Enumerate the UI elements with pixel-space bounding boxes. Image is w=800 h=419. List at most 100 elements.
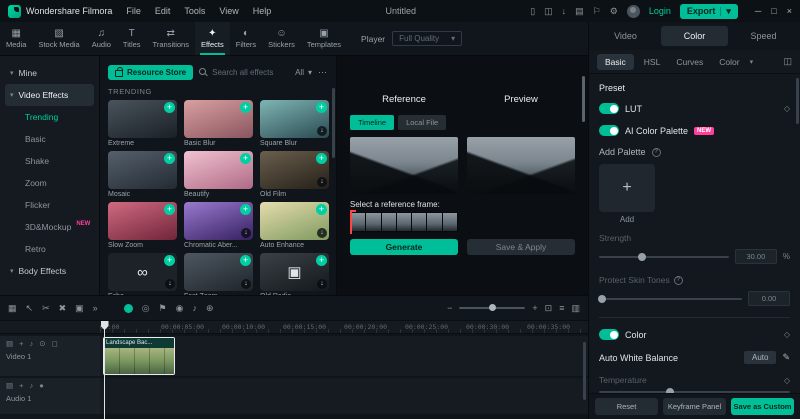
subtab-hsl[interactable]: HSL <box>638 54 667 70</box>
fit-timeline-icon[interactable]: ⊡ <box>545 303 553 314</box>
menu-tools[interactable]: Tools <box>184 6 205 16</box>
media-manager-icon[interactable]: ▦ <box>8 303 17 314</box>
download-icon[interactable]: ↓ <box>241 279 251 289</box>
sidebar-item-mine[interactable]: ▾ Mine <box>5 62 94 84</box>
add-effect-icon[interactable]: + <box>240 255 251 266</box>
chevron-down-icon[interactable]: ▾ <box>750 58 754 66</box>
sidebar-item-basic[interactable]: Basic <box>5 128 94 150</box>
notification-icon[interactable]: ⚐ <box>593 6 601 16</box>
properties-scrollbar[interactable] <box>796 78 799 124</box>
export-dropdown-icon[interactable]: ▾ <box>726 6 731 17</box>
tab-speed[interactable]: Speed <box>730 26 797 46</box>
tab-stock-media[interactable]: ▧ Stock Media <box>32 22 85 55</box>
effect-item[interactable]: + Extreme <box>108 100 177 148</box>
add-track-icon[interactable]: + <box>19 340 23 348</box>
add-effect-icon[interactable]: + <box>316 255 327 266</box>
color-toggle[interactable] <box>599 329 619 340</box>
tab-audio[interactable]: ♫ Audio <box>86 22 117 55</box>
add-track-icon[interactable]: + <box>19 382 23 390</box>
effect-item[interactable]: + ↓ Old Film <box>260 151 329 199</box>
ripple-icon[interactable]: ⊕ <box>206 303 214 314</box>
add-effect-icon[interactable]: + <box>164 153 175 164</box>
lut-toggle[interactable] <box>599 103 619 114</box>
save-apply-button[interactable]: Save & Apply <box>467 239 575 255</box>
reset-button[interactable]: Reset <box>595 398 658 415</box>
mute-track-icon[interactable]: ♪ <box>29 382 33 390</box>
track-size-icon[interactable]: ▤ <box>6 340 13 348</box>
effect-item[interactable]: + ↓ Square Blur <box>260 100 329 148</box>
avatar[interactable] <box>626 4 640 18</box>
track-size-icon[interactable]: ▤ <box>6 382 13 390</box>
player-scrollbar[interactable] <box>582 76 585 122</box>
effect-item[interactable]: + ↓ Chromatic Aber... <box>184 202 253 250</box>
sidebar-item-body-effects[interactable]: ▾ Body Effects <box>5 260 94 282</box>
more-options-icon[interactable]: ⋯ <box>318 67 328 78</box>
timeline-ruler[interactable]: 00:00 00:00:05:00 00:00:10:00 00:00:15:0… <box>0 320 588 334</box>
add-effect-icon[interactable]: + <box>164 255 175 266</box>
download-icon[interactable]: ↓ <box>317 228 327 238</box>
sidebar-item-zoom[interactable]: Zoom <box>5 172 94 194</box>
layout-icon[interactable]: ◫ <box>544 6 553 16</box>
split-icon[interactable]: ✂ <box>42 303 50 314</box>
save-icon[interactable]: ▤ <box>575 6 584 16</box>
tab-media[interactable]: ▦ Media <box>0 22 32 55</box>
resource-store-button[interactable]: Resource Store <box>108 64 194 80</box>
sidebar-item-shake[interactable]: Shake <box>5 150 94 172</box>
keyframe-diamond-icon[interactable]: ◇ <box>784 330 790 339</box>
add-effect-icon[interactable]: + <box>240 153 251 164</box>
tab-titles[interactable]: T Titles <box>117 22 147 55</box>
menu-file[interactable]: File <box>126 6 141 16</box>
timeline-scrollbar[interactable] <box>583 342 586 400</box>
close-button[interactable]: × <box>787 6 792 16</box>
device-icon[interactable]: ▯ <box>530 6 535 16</box>
help-icon[interactable]: ? <box>651 147 661 157</box>
sidebar-item-retro[interactable]: Retro <box>5 238 94 260</box>
sidebar-item-flicker[interactable]: Flicker <box>5 194 94 216</box>
add-effect-icon[interactable]: + <box>240 102 251 113</box>
effect-item[interactable]: ∞+↓Echo <box>108 253 177 295</box>
reference-filmstrip[interactable] <box>350 210 458 234</box>
zoom-in-icon[interactable]: + <box>532 303 537 313</box>
effect-item[interactable]: ▣+↓Old Radio <box>260 253 329 295</box>
sidebar-item-video-effects[interactable]: ▾ Video Effects <box>5 84 94 106</box>
render-icon[interactable]: ◎ <box>142 303 150 314</box>
effect-item[interactable]: + ↓ Auto Enhance <box>260 202 329 250</box>
strength-slider[interactable] <box>599 252 729 261</box>
protect-skin-slider[interactable] <box>598 294 742 303</box>
compare-view-icon[interactable]: ◫ <box>783 56 792 67</box>
snapshot-icon[interactable]: ◉ <box>176 303 184 314</box>
auto-button[interactable]: Auto <box>743 351 777 364</box>
search-effects[interactable]: Search all effects <box>199 67 273 77</box>
add-effect-icon[interactable]: + <box>316 204 327 215</box>
maximize-button[interactable]: □ <box>771 6 776 16</box>
add-palette-button[interactable]: + <box>599 164 655 212</box>
menu-help[interactable]: Help <box>253 6 272 16</box>
mute-track-icon[interactable]: ♪ <box>29 340 33 348</box>
keyframe-diamond-icon[interactable]: ◇ <box>784 104 790 113</box>
gear-icon[interactable]: ⚙ <box>610 6 618 16</box>
tab-templates[interactable]: ▣ Templates <box>301 22 347 55</box>
subtab-color[interactable]: Color <box>713 54 745 70</box>
help-icon[interactable]: ? <box>673 275 683 285</box>
playhead[interactable] <box>100 321 109 419</box>
delete-icon[interactable]: ✖ <box>59 303 67 314</box>
download-icon[interactable]: ↓ <box>241 228 251 238</box>
sidebar-item-trending[interactable]: Trending <box>5 106 94 128</box>
marker-icon[interactable]: ⚑ <box>159 303 167 314</box>
pointer-icon[interactable]: ↖ <box>26 303 34 314</box>
audio-track-lane[interactable] <box>100 378 588 414</box>
strength-value[interactable]: 30.00 <box>734 249 777 264</box>
filter-dropdown[interactable]: All ▾ <box>295 68 312 77</box>
effect-item[interactable]: + Slow Zoom <box>108 202 177 250</box>
menu-view[interactable]: View <box>219 6 238 16</box>
tab-filters[interactable]: ◐ Filters <box>230 22 262 55</box>
protect-skin-value[interactable]: 0.00 <box>748 291 790 306</box>
download-icon[interactable]: ↓ <box>165 279 175 289</box>
subtab-curves[interactable]: Curves <box>670 54 709 70</box>
tab-timeline[interactable]: Timeline <box>350 115 395 130</box>
tab-transitions[interactable]: ⇄ Transitions <box>147 22 195 55</box>
record-track-icon[interactable]: ● <box>39 382 44 390</box>
generate-button[interactable]: Generate <box>350 239 458 255</box>
import-icon[interactable]: ↓ <box>562 6 567 16</box>
timeline-zoom-slider[interactable] <box>459 304 526 311</box>
